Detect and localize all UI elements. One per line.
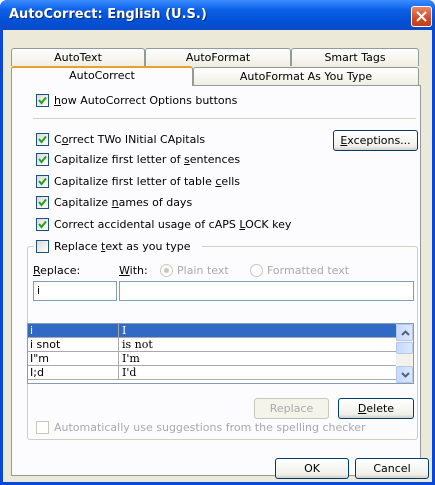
spelling-suggestions-label[interactable]: Automatically use suggestions from the s… [54, 421, 366, 434]
scroll-down-button[interactable] [396, 366, 413, 383]
window-title: AutoCorrect: English (U.S.) [9, 7, 207, 22]
entry-replace: i snot [28, 338, 119, 352]
spelling-suggestions-checkbox[interactable] [36, 421, 49, 434]
list-item[interactable]: i snot is not [28, 338, 397, 352]
tab-autoformat[interactable]: AutoFormat [145, 48, 291, 66]
checkmark-icon [38, 155, 47, 164]
formatted-text-label[interactable]: Formatted text [267, 264, 349, 277]
tab-autotext[interactable]: AutoText [11, 48, 145, 66]
caps-lock-checkbox[interactable] [36, 218, 49, 231]
table-cells-label[interactable]: Capitalize first letter of table cells [54, 175, 240, 188]
show-buttons-label[interactable]: how AutoCorrect Options buttons [54, 94, 237, 107]
dialog-window: AutoCorrect: English (U.S.) AutoText Aut… [0, 0, 435, 485]
checkmark-icon [38, 220, 47, 229]
table-cells-checkbox[interactable] [36, 175, 49, 188]
checkmark-icon [38, 135, 47, 144]
close-icon [416, 11, 427, 22]
list-item[interactable]: I;d I'd [28, 366, 397, 380]
entry-replace: I;d [28, 366, 119, 380]
exceptions-button[interactable]: Exceptions... [333, 130, 418, 151]
plain-text-radio[interactable] [160, 264, 173, 277]
two-initial-capitals-label[interactable]: Correct TWo INitial CApitals [54, 133, 205, 146]
with-input[interactable] [119, 281, 414, 301]
scroll-thumb[interactable] [396, 342, 413, 354]
scroll-up-button[interactable] [396, 324, 413, 341]
list-item[interactable]: i I [28, 324, 397, 338]
first-letter-sentences-label[interactable]: Capitalize first letter of sentences [54, 153, 240, 166]
entry-with: is not [119, 338, 397, 352]
caps-lock-label[interactable]: Correct accidental usage of cAPS LOCK ke… [54, 218, 291, 231]
names-of-days-checkbox[interactable] [36, 196, 49, 209]
checkmark-icon [38, 177, 47, 186]
two-initial-capitals-checkbox[interactable] [36, 133, 49, 146]
entry-with: I'm [119, 352, 397, 366]
chevron-up-icon [401, 330, 410, 336]
checkmark-icon [38, 198, 47, 207]
formatted-text-radio[interactable] [250, 264, 263, 277]
entry-replace: i [28, 324, 119, 338]
tab-autocorrect[interactable]: AutoCorrect [11, 66, 193, 86]
entry-replace: I"m [28, 352, 119, 366]
tab-smart-tags[interactable]: Smart Tags [291, 48, 419, 66]
close-button[interactable] [411, 6, 432, 27]
list-scrollbar[interactable] [396, 324, 413, 383]
replace-label: Replace: [33, 264, 81, 277]
title-bar[interactable]: AutoCorrect: English (U.S.) [0, 0, 435, 30]
first-letter-sentences-checkbox[interactable] [36, 153, 49, 166]
entry-with: I'd [119, 366, 397, 380]
cancel-button[interactable]: Cancel [355, 458, 429, 479]
names-of-days-label[interactable]: Capitalize names of days [54, 196, 192, 209]
entries-list[interactable]: i I i snot is not I"m I'm I;d I'd [27, 323, 414, 384]
delete-button[interactable]: Delete [338, 398, 414, 419]
with-label: With: [119, 264, 148, 277]
list-item[interactable]: I"m I'm [28, 352, 397, 366]
divider [33, 118, 416, 119]
replace-text-label[interactable]: Replace text as you type [54, 240, 191, 253]
checkmark-icon [38, 96, 47, 105]
ok-button[interactable]: OK [275, 458, 349, 479]
entry-with: I [119, 324, 397, 338]
plain-text-label[interactable]: Plain text [177, 264, 229, 277]
replace-button[interactable]: Replace [254, 398, 329, 419]
replace-input[interactable]: i [33, 281, 117, 301]
show-buttons-checkbox[interactable] [36, 94, 49, 107]
chevron-down-icon [401, 372, 410, 378]
tab-autoformat-as-you-type[interactable]: AutoFormat As You Type [193, 67, 419, 85]
replace-text-checkbox[interactable] [36, 240, 49, 253]
